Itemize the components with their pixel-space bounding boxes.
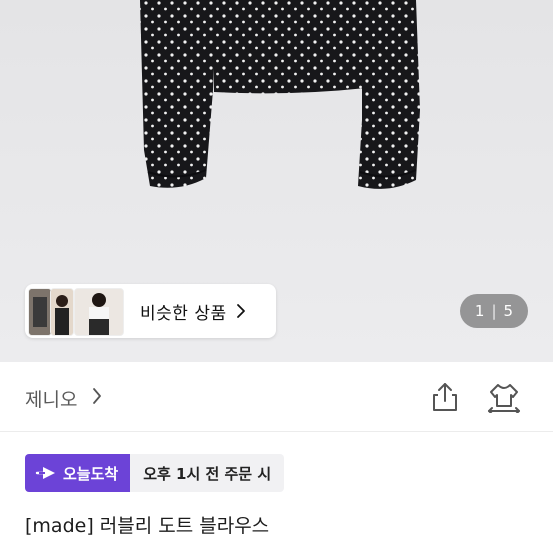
- store-name-link[interactable]: 제니오: [25, 385, 77, 412]
- thumbnail-3: [74, 288, 124, 336]
- today-arrival-badge: 오늘도착: [25, 454, 131, 492]
- thumbnail-1: [28, 288, 52, 336]
- fast-arrow-icon: [35, 467, 55, 479]
- today-arrival-label: 오늘도착: [63, 464, 119, 483]
- hanger-icon[interactable]: [487, 381, 521, 413]
- similar-thumbnails: [28, 286, 124, 336]
- image-counter: 1 | 5: [460, 294, 528, 328]
- thumbnail-2: [50, 288, 74, 336]
- similar-products-label: 비슷한 상품: [140, 303, 227, 324]
- image-counter-current: 1: [474, 302, 485, 320]
- order-cutoff-text: 오후 1시 전 주문 시: [130, 454, 285, 492]
- store-row: 제니오: [0, 362, 553, 432]
- image-counter-separator: |: [491, 302, 497, 320]
- similar-products-button[interactable]: 비슷한 상품: [25, 284, 276, 338]
- image-counter-total: 5: [503, 302, 514, 320]
- share-icon[interactable]: [430, 381, 460, 413]
- chevron-right-icon[interactable]: [91, 386, 103, 406]
- chevron-right-icon: [236, 304, 245, 318]
- delivery-badge: 오늘도착 오후 1시 전 주문 시: [25, 454, 285, 492]
- product-title: [made] 러블리 도트 블라우스: [25, 515, 270, 537]
